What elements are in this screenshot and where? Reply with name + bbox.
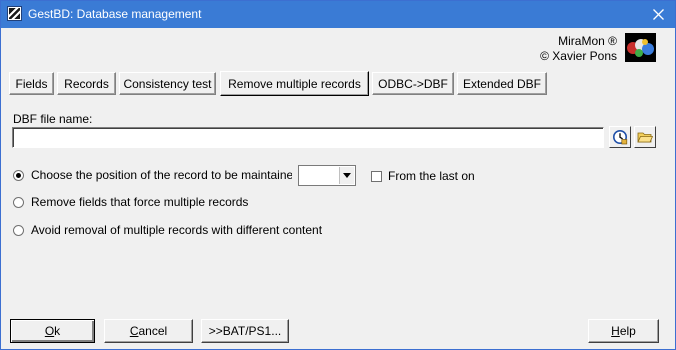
avoid-removal-label: Avoid removal of multiple records with d… xyxy=(31,223,323,237)
dbf-file-input[interactable] xyxy=(12,127,604,148)
cancel-button[interactable]: Cancel xyxy=(104,319,193,343)
app-icon xyxy=(7,6,22,21)
from-last-checkbox[interactable] xyxy=(371,170,382,182)
browse-folder-button[interactable] xyxy=(634,126,656,148)
miramon-logo-icon xyxy=(625,33,656,62)
brand-author: © Xavier Pons xyxy=(540,49,617,63)
clock-history-icon xyxy=(613,130,628,145)
radio-button[interactable] xyxy=(13,224,24,236)
tab-odbc-dbf[interactable]: ODBC->DBF xyxy=(372,72,454,95)
close-icon xyxy=(652,8,664,20)
tab-records[interactable]: Records xyxy=(57,72,116,95)
radio-choose-position[interactable]: Choose the position of the record to be … xyxy=(13,167,292,183)
radio-avoid-removal[interactable]: Avoid removal of multiple records with d… xyxy=(13,222,322,238)
folder-open-icon xyxy=(637,132,653,143)
record-position-select[interactable] xyxy=(298,165,356,186)
tab-extended-dbf[interactable]: Extended DBF xyxy=(457,72,547,95)
radio-remove-fields[interactable]: Remove fields that force multiple record… xyxy=(13,194,248,210)
window-title: GestBD: Database management xyxy=(28,7,202,21)
close-button[interactable] xyxy=(647,4,669,24)
from-last-label: From the last on xyxy=(388,169,475,183)
remove-fields-label: Remove fields that force multiple record… xyxy=(31,195,249,209)
tab-fields[interactable]: Fields xyxy=(9,72,54,95)
tab-consistency-test[interactable]: Consistency test xyxy=(119,72,216,95)
bat-ps1-button[interactable]: >>BAT/PS1... xyxy=(201,319,289,343)
radio-button-checked[interactable] xyxy=(13,169,24,181)
chevron-down-icon[interactable] xyxy=(339,167,354,184)
checkbox-from-last-on[interactable]: From the last on xyxy=(371,169,475,183)
history-button[interactable] xyxy=(609,126,631,148)
title-bar[interactable]: GestBD: Database management xyxy=(1,1,675,28)
tab-remove-multiple-records[interactable]: Remove multiple records xyxy=(220,71,369,96)
gestbd-window: GestBD: Database management MiraMon ® © … xyxy=(0,0,676,350)
ok-button[interactable]: Ok xyxy=(10,319,95,343)
help-button[interactable]: Help xyxy=(588,319,659,343)
choose-position-label: Choose the position of the record to be … xyxy=(31,168,292,182)
brand-credits: MiraMon ® © Xavier Pons xyxy=(540,34,617,64)
dbf-file-label: DBF file name: xyxy=(13,112,93,126)
brand-name: MiraMon ® xyxy=(558,34,617,48)
radio-button[interactable] xyxy=(13,196,24,208)
